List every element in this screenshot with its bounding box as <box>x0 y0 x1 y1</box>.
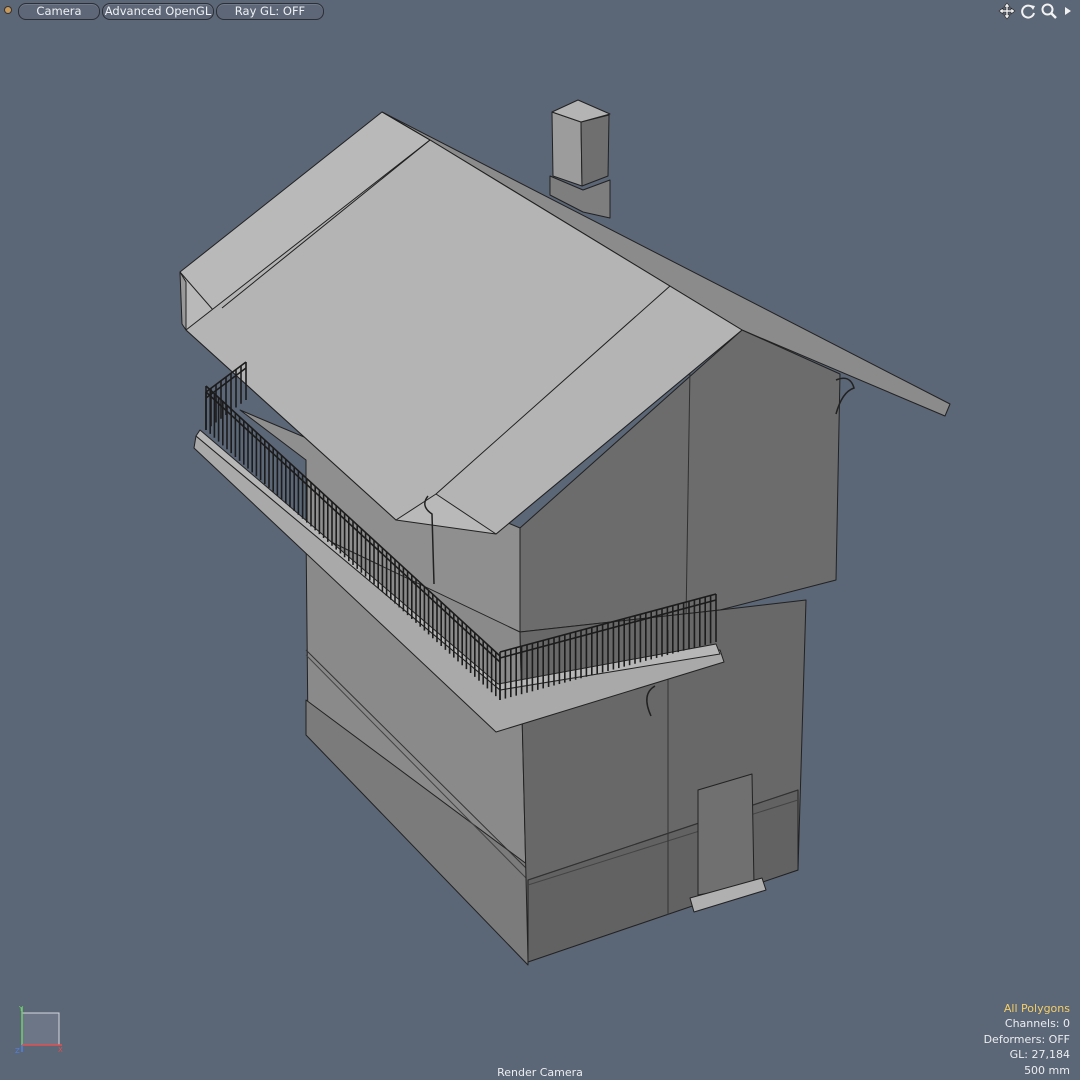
axis-y-label: Y <box>18 1005 24 1013</box>
camera-button[interactable]: Camera <box>18 3 100 20</box>
move-view-icon[interactable] <box>998 2 1016 20</box>
zoom-view-icon[interactable] <box>1040 2 1058 20</box>
axis-x-label: X <box>58 1046 63 1053</box>
viewport-options-dot[interactable] <box>5 7 11 13</box>
axis-z-label: Z <box>15 1047 20 1053</box>
deformers-label: Deformers: OFF <box>983 1032 1070 1046</box>
3d-viewport[interactable]: Camera Advanced OpenGL Ray GL: OFF Y X Z… <box>0 0 1080 1080</box>
axis-gizmo: Y X Z <box>15 1005 63 1053</box>
roof-edge <box>179 271 187 331</box>
rotate-view-icon[interactable] <box>1019 2 1037 20</box>
building-model[interactable] <box>0 0 1080 1080</box>
chimney-front <box>551 111 583 187</box>
menu-arrow-icon[interactable] <box>1062 2 1074 20</box>
gl-count-label: GL: 27,184 <box>1009 1048 1070 1061</box>
render-camera-label: Render Camera <box>497 1066 583 1079</box>
viewport-toolbar: Camera Advanced OpenGL Ray GL: OFF <box>0 0 1080 22</box>
shading-mode-button[interactable]: Advanced OpenGL <box>102 3 214 20</box>
door <box>697 773 755 896</box>
ray-gl-button[interactable]: Ray GL: OFF <box>216 3 324 20</box>
channels-label: Channels: 0 <box>1004 1017 1070 1030</box>
chimney-side <box>580 114 610 187</box>
selection-mode-label[interactable]: All Polygons <box>984 1001 1070 1017</box>
